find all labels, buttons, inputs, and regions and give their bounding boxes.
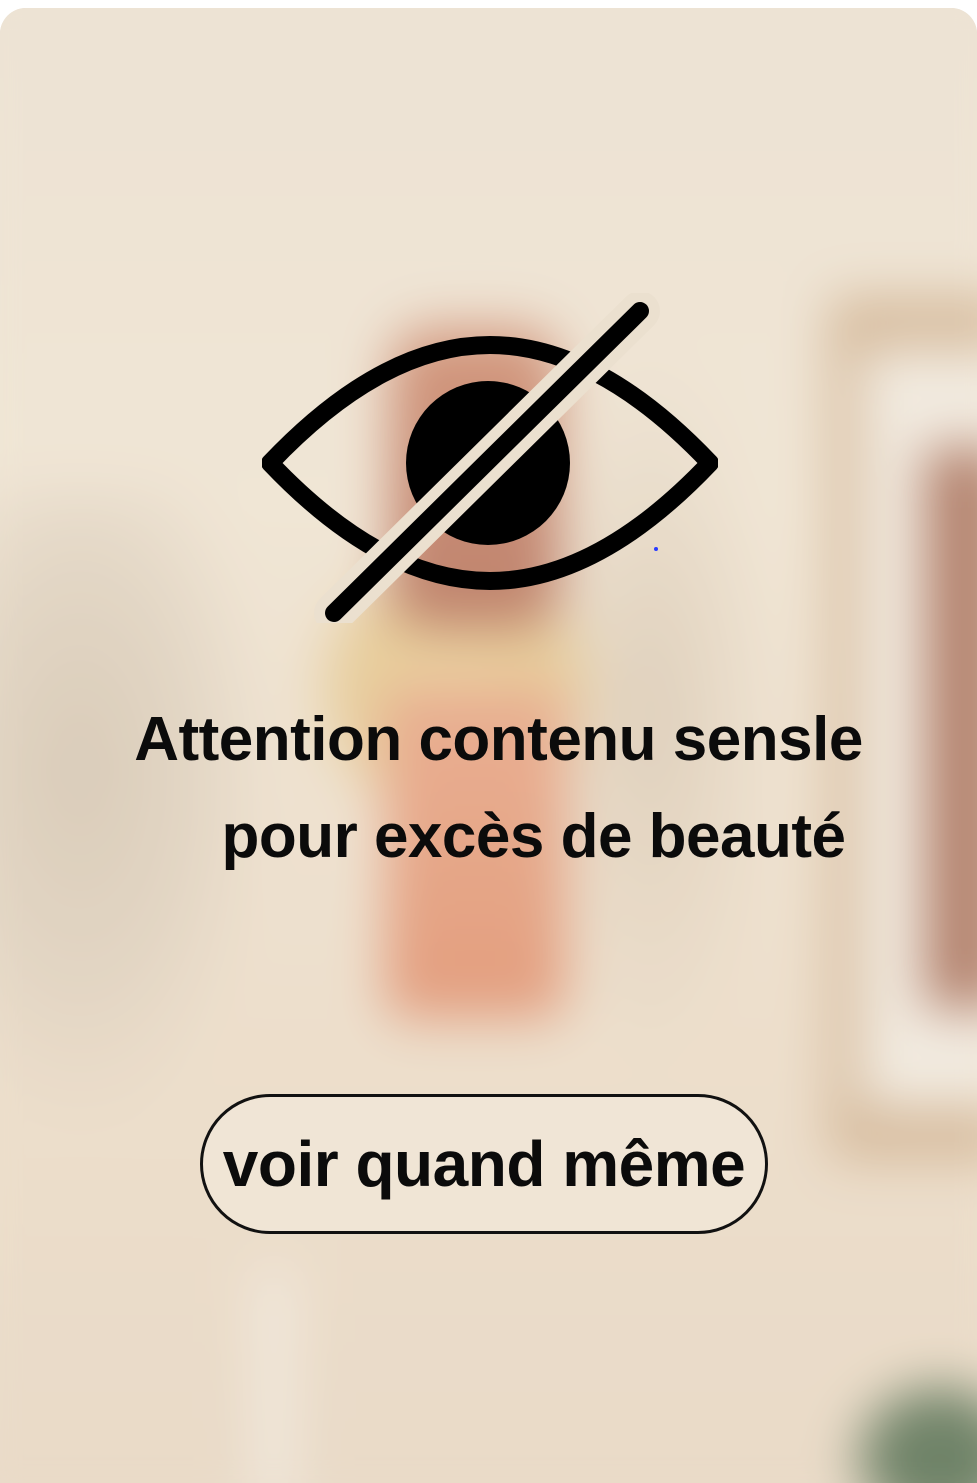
show-anyway-button[interactable]: voir quand même: [200, 1094, 768, 1234]
eye-slash-icon: [261, 291, 719, 633]
show-anyway-label: voir quand même: [222, 1128, 746, 1200]
warning-title-line-2: pour excès de beauté: [221, 802, 846, 871]
cursor-dot: [654, 547, 658, 551]
warning-title-line-1: Attention contenu sensle: [134, 705, 863, 774]
